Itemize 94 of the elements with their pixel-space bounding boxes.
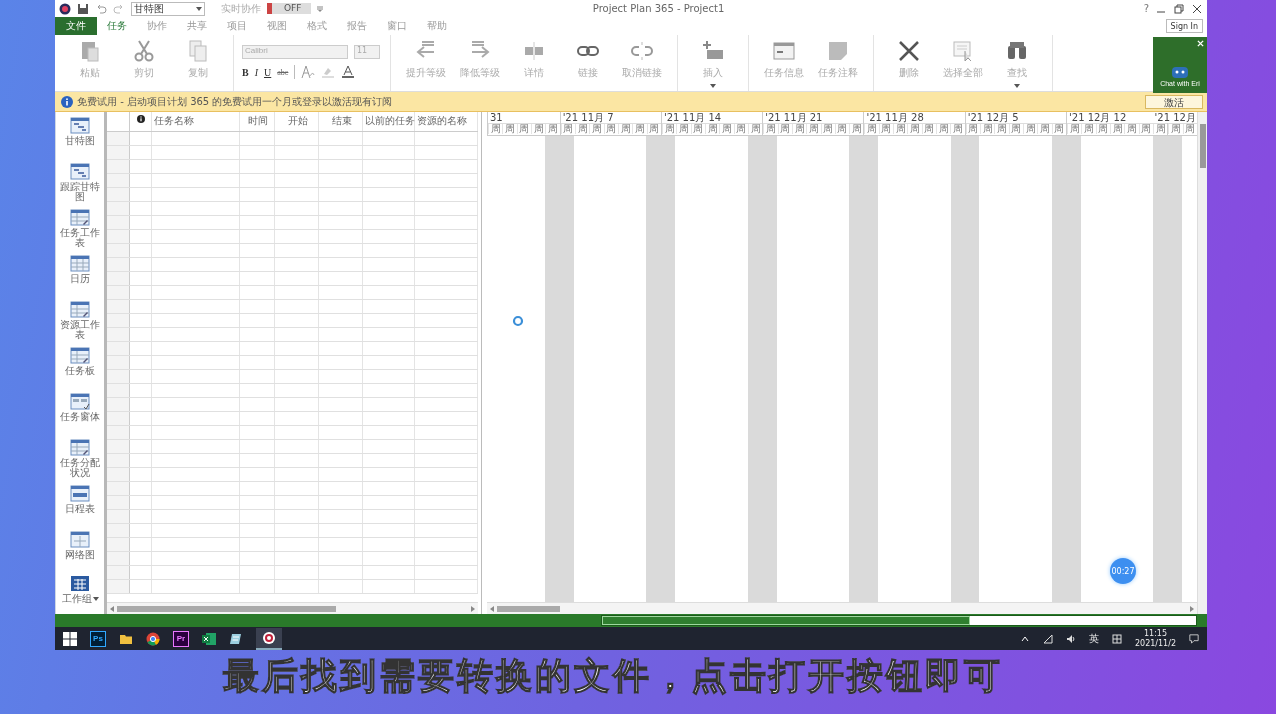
week-label: '21 11月 7 bbox=[561, 112, 614, 123]
day-label: 周 bbox=[502, 124, 517, 134]
taskbar-app-icon[interactable]: Ps bbox=[90, 630, 106, 647]
day-label: 周 bbox=[704, 124, 720, 134]
day-label: 周 bbox=[777, 124, 792, 134]
day-label: 周 bbox=[1124, 124, 1139, 134]
day-label: 周 bbox=[589, 124, 604, 134]
day-label: 周 bbox=[1153, 124, 1168, 134]
day-label: 周 bbox=[864, 124, 879, 134]
day-label: 周 bbox=[676, 124, 691, 134]
day-label: 周 bbox=[1067, 124, 1082, 134]
font-style-button[interactable]: abc bbox=[277, 67, 289, 77]
info-message: 免费试用 - 启动项目计划 365 的免费试用一个月或登录以激活现有订阅 bbox=[77, 94, 393, 109]
day-label: 周 bbox=[719, 124, 734, 134]
day-label: 周 bbox=[834, 124, 850, 134]
day-label: 周 bbox=[646, 124, 661, 134]
day-label: 周 bbox=[733, 124, 748, 134]
day-label: 周 bbox=[878, 124, 894, 134]
day-label: 周 bbox=[950, 124, 965, 134]
week-label: '21 11月 14 bbox=[662, 112, 722, 123]
view-button[interactable]: 资源工作表 bbox=[56, 296, 104, 342]
taskbar-app-icon[interactable]: Pr bbox=[173, 630, 189, 647]
day-label: 周 bbox=[1095, 124, 1110, 134]
help-button[interactable]: ? bbox=[1143, 3, 1149, 14]
week-label: 31 bbox=[489, 112, 503, 123]
day-label: 周 bbox=[791, 124, 807, 134]
day-label: 周 bbox=[980, 124, 995, 134]
day-label: 周 bbox=[907, 124, 922, 134]
day-label: 周 bbox=[545, 124, 560, 134]
timer-badge: 00:27 bbox=[1110, 558, 1136, 584]
day-label: 周 bbox=[516, 124, 531, 134]
day-label: 周 bbox=[1008, 124, 1024, 134]
day-label: 周 bbox=[936, 124, 951, 134]
column-header[interactable]: 结束 bbox=[319, 112, 363, 131]
day-label: 周 bbox=[617, 124, 633, 134]
window-title: Project Plan 365 - Project1 bbox=[591, 3, 726, 14]
day-label: 周 bbox=[1037, 124, 1052, 134]
view-button[interactable]: 跟踪甘特图 bbox=[56, 158, 104, 204]
collab-toggle[interactable]: OFF bbox=[267, 3, 312, 14]
day-label: 周 bbox=[661, 124, 677, 134]
input-language-indicator[interactable]: 英 bbox=[1088, 631, 1099, 646]
activate-button[interactable]: 激活 bbox=[1145, 94, 1203, 109]
week-label: '21 11月 21 bbox=[764, 112, 823, 123]
day-label: 周 bbox=[574, 124, 590, 134]
day-label: 周 bbox=[921, 124, 937, 134]
day-label: 周 bbox=[1110, 124, 1125, 134]
day-label: 周 bbox=[488, 124, 503, 134]
day-label: 周 bbox=[531, 124, 546, 134]
font-style-button[interactable]: B bbox=[242, 66, 249, 78]
day-label: 周 bbox=[690, 124, 705, 134]
view-button[interactable]: 任务分配状况 bbox=[56, 434, 104, 480]
column-header[interactable]: 以前的任务 bbox=[363, 112, 415, 131]
clock-time: 11:15 bbox=[1143, 628, 1167, 639]
view-button[interactable]: 任务板 bbox=[56, 342, 104, 388]
day-label: 周 bbox=[763, 124, 778, 134]
day-label: 周 bbox=[1182, 124, 1197, 134]
view-button[interactable]: 工作组 bbox=[56, 572, 104, 602]
file-tab[interactable]: 文件 bbox=[55, 17, 97, 35]
day-label: 周 bbox=[994, 124, 1009, 134]
day-label: 周 bbox=[632, 124, 647, 134]
day-label: 周 bbox=[1168, 124, 1183, 134]
sign-in-button[interactable]: Sign In bbox=[1165, 19, 1203, 33]
view-button[interactable]: 甘特图 bbox=[56, 112, 104, 158]
day-label: 周 bbox=[849, 124, 864, 134]
view-button[interactable]: 任务窗体 bbox=[56, 388, 104, 434]
column-header[interactable]: 时间 bbox=[240, 112, 275, 131]
video-subtitle: 最后找到需要转换的文件，点击打开按钮即可 bbox=[223, 654, 1003, 698]
week-label: '21 12月 5 bbox=[966, 112, 1019, 123]
day-label: 周 bbox=[1138, 124, 1153, 134]
ribbon-tab[interactable]: 帮助 bbox=[417, 17, 457, 35]
week-label: '21 12月 bbox=[1152, 112, 1197, 123]
week-label: '21 12月 12 bbox=[1068, 112, 1127, 123]
view-dropdown[interactable]: 甘特图 bbox=[131, 1, 205, 16]
view-button[interactable]: 日程表 bbox=[56, 480, 104, 526]
day-label: 周 bbox=[965, 124, 981, 134]
day-label: 周 bbox=[820, 124, 835, 134]
day-label: 周 bbox=[603, 124, 618, 134]
font-style-button[interactable]: I bbox=[254, 66, 258, 78]
collab-label: 实时协作 bbox=[221, 1, 261, 16]
day-label: 周 bbox=[893, 124, 908, 134]
column-header[interactable]: 开始 bbox=[275, 112, 319, 131]
view-button[interactable]: 任务工作表 bbox=[56, 204, 104, 250]
column-header[interactable]: 任务名称 bbox=[152, 112, 240, 131]
day-label: 周 bbox=[1023, 124, 1038, 134]
view-button[interactable]: 日历 bbox=[56, 250, 104, 296]
day-label: 周 bbox=[806, 124, 821, 134]
day-label: 周 bbox=[1081, 124, 1096, 134]
day-label: 周 bbox=[747, 124, 763, 134]
week-label: '21 11月 28 bbox=[865, 112, 924, 123]
clock-date: 2021/11/2 bbox=[1134, 638, 1176, 649]
font-style-button[interactable]: U bbox=[264, 66, 272, 78]
day-label: 周 bbox=[560, 124, 575, 134]
day-label: 周 bbox=[1051, 124, 1067, 134]
view-button[interactable]: 网络图 bbox=[56, 526, 104, 572]
